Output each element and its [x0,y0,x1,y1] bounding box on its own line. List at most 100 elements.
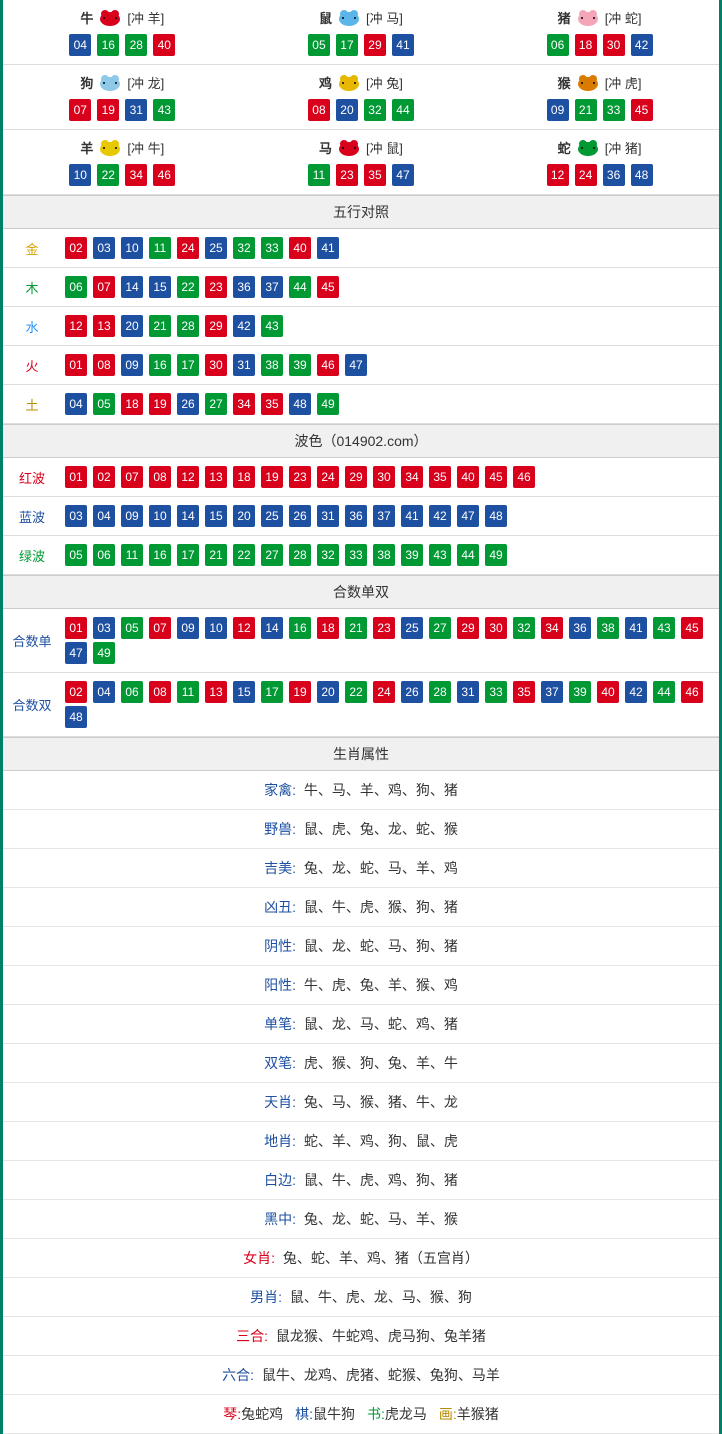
zodiac-name: 狗 [80,73,93,92]
row-label: 合数双 [3,695,61,714]
zodiac-conflict: [冲 牛] [127,138,164,157]
attr-value: 鼠、龙、马、蛇、鸡、猪 [304,1016,458,1032]
number-ball: 33 [485,681,507,703]
attr-value: 鼠、龙、蛇、马、狗、猪 [304,938,458,954]
attr-value: 鼠牛、龙鸡、虎猪、蛇猴、兔狗、马羊 [262,1367,500,1383]
attr-row: 阴性: 鼠、龙、蛇、马、狗、猪 [3,927,719,966]
attr-value: 牛、虎、兔、羊、猴、鸡 [304,977,458,993]
number-ball: 42 [429,505,451,527]
number-ball: 20 [336,99,358,121]
number-ball: 13 [205,681,227,703]
number-ball: 21 [149,315,171,337]
zodiac-icon [573,136,603,158]
number-ball: 24 [373,681,395,703]
number-ball: 23 [336,164,358,186]
number-ball: 26 [177,393,199,415]
number-ball: 27 [205,393,227,415]
number-ball: 33 [261,237,283,259]
number-ball: 25 [401,617,423,639]
number-ball: 41 [401,505,423,527]
attr-value: 鼠龙猴、牛蛇鸡、虎马狗、兔羊猪 [276,1328,486,1344]
number-ball: 01 [65,617,87,639]
four-value: 羊猴猪 [457,1406,499,1422]
row-label: 红波 [3,468,61,487]
number-ball: 18 [121,393,143,415]
number-ball: 43 [653,617,675,639]
number-ball: 12 [65,315,87,337]
number-ball: 22 [97,164,119,186]
row-label: 土 [3,395,61,414]
number-ball: 32 [317,544,339,566]
number-ball: 34 [125,164,147,186]
row-label: 绿波 [3,546,61,565]
number-ball: 22 [233,544,255,566]
number-ball: 43 [429,544,451,566]
number-ball: 29 [457,617,479,639]
zodiac-numbers: 04162840 [3,34,242,56]
number-ball: 30 [205,354,227,376]
number-ball: 19 [149,393,171,415]
number-ball: 26 [289,505,311,527]
bose-header: 波色（014902.com） [3,424,719,458]
attr-value: 虎、猴、狗、兔、羊、牛 [304,1055,458,1071]
number-ball: 40 [153,34,175,56]
four-label: 棋: [295,1406,313,1422]
row-label: 合数单 [3,631,61,650]
zodiac-name: 马 [319,138,332,157]
number-ball: 42 [233,315,255,337]
attr-value: 蛇、羊、鸡、狗、鼠、虎 [304,1133,458,1149]
number-ball: 11 [308,164,330,186]
attr-row: 吉美: 兔、龙、蛇、马、羊、鸡 [3,849,719,888]
number-ball: 30 [373,466,395,488]
number-ball: 38 [373,544,395,566]
number-ball: 06 [121,681,143,703]
zodiac-name: 鸡 [319,73,332,92]
attr-label: 野兽: [264,821,296,837]
attr-value: 兔、马、猴、猪、牛、龙 [304,1094,458,1110]
row-numbers: 0103050709101214161821232527293032343638… [61,617,719,664]
attr-label: 阴性: [264,938,296,954]
number-ball: 35 [429,466,451,488]
number-ball: 29 [205,315,227,337]
attr-value: 兔、龙、蛇、马、羊、猴 [304,1211,458,1227]
zodiac-conflict: [冲 兔] [366,73,403,92]
number-ball: 18 [317,617,339,639]
number-ball: 26 [401,681,423,703]
zodiac-name: 羊 [80,138,93,157]
attr-row: 家禽: 牛、马、羊、鸡、狗、猪 [3,771,719,810]
zodiac-numbers: 11 23 35 47 [242,164,481,186]
row-label: 蓝波 [3,507,61,526]
zodiac-conflict: [冲 鼠] [366,138,403,157]
attr-row: 阳性: 牛、虎、兔、羊、猴、鸡 [3,966,719,1005]
number-ball: 38 [597,617,619,639]
zodiac-numbers: 10223446 [3,164,242,186]
number-ball: 09 [547,99,569,121]
number-ball: 39 [569,681,591,703]
number-ball: 12 [177,466,199,488]
number-ball: 40 [289,237,311,259]
zodiac-conflict: [冲 马] [366,8,403,27]
number-ball: 23 [289,466,311,488]
zodiac-numbers: 12243648 [480,164,719,186]
zodiac-cell: 猪 [冲 蛇] 06183042 [480,0,719,65]
number-ball: 47 [392,164,414,186]
row-label: 火 [3,356,61,375]
number-ball: 35 [364,164,386,186]
shengxiao-table: 家禽: 牛、马、羊、鸡、狗、猪 野兽: 鼠、虎、兔、龙、蛇、猴 吉美: 兔、龙、… [3,771,719,1395]
number-ball: 14 [177,505,199,527]
number-ball: 34 [401,466,423,488]
number-ball: 13 [205,466,227,488]
number-ball: 11 [149,237,171,259]
number-ball: 09 [121,505,143,527]
zodiac-name: 猪 [558,8,571,27]
number-ball: 12 [547,164,569,186]
four-item: 书:虎龙马 [367,1404,427,1424]
attr-value: 鼠、虎、兔、龙、蛇、猴 [304,821,458,837]
zodiac-icon [334,6,364,28]
table-row: 木 06071415222336374445 [3,268,719,307]
attr-value: 牛、马、羊、鸡、狗、猪 [304,782,458,798]
wuxing-table: 金 02031011242532334041 木 060714152223363… [3,229,719,424]
number-ball: 07 [93,276,115,298]
attr-row: 地肖: 蛇、羊、鸡、狗、鼠、虎 [3,1122,719,1161]
table-row: 蓝波 03040910141520252631363741424748 [3,497,719,536]
